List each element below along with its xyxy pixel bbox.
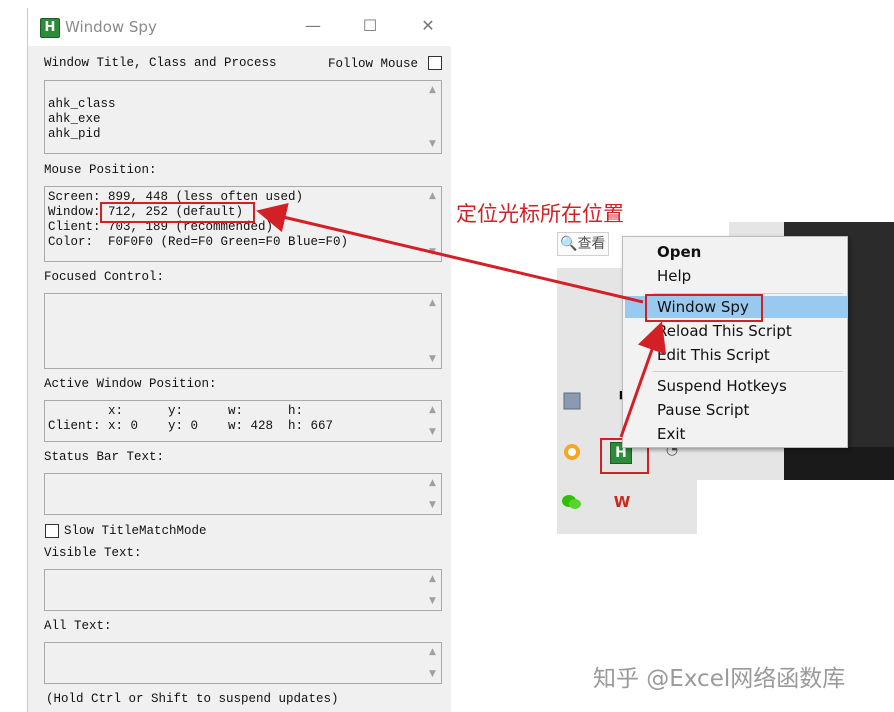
annotation-arrows — [256, 202, 667, 438]
arrow-to-menu-item — [619, 321, 667, 438]
watermark: 知乎 @Excel网络函数库 — [593, 666, 846, 692]
arrow-to-coordinates — [256, 202, 644, 304]
